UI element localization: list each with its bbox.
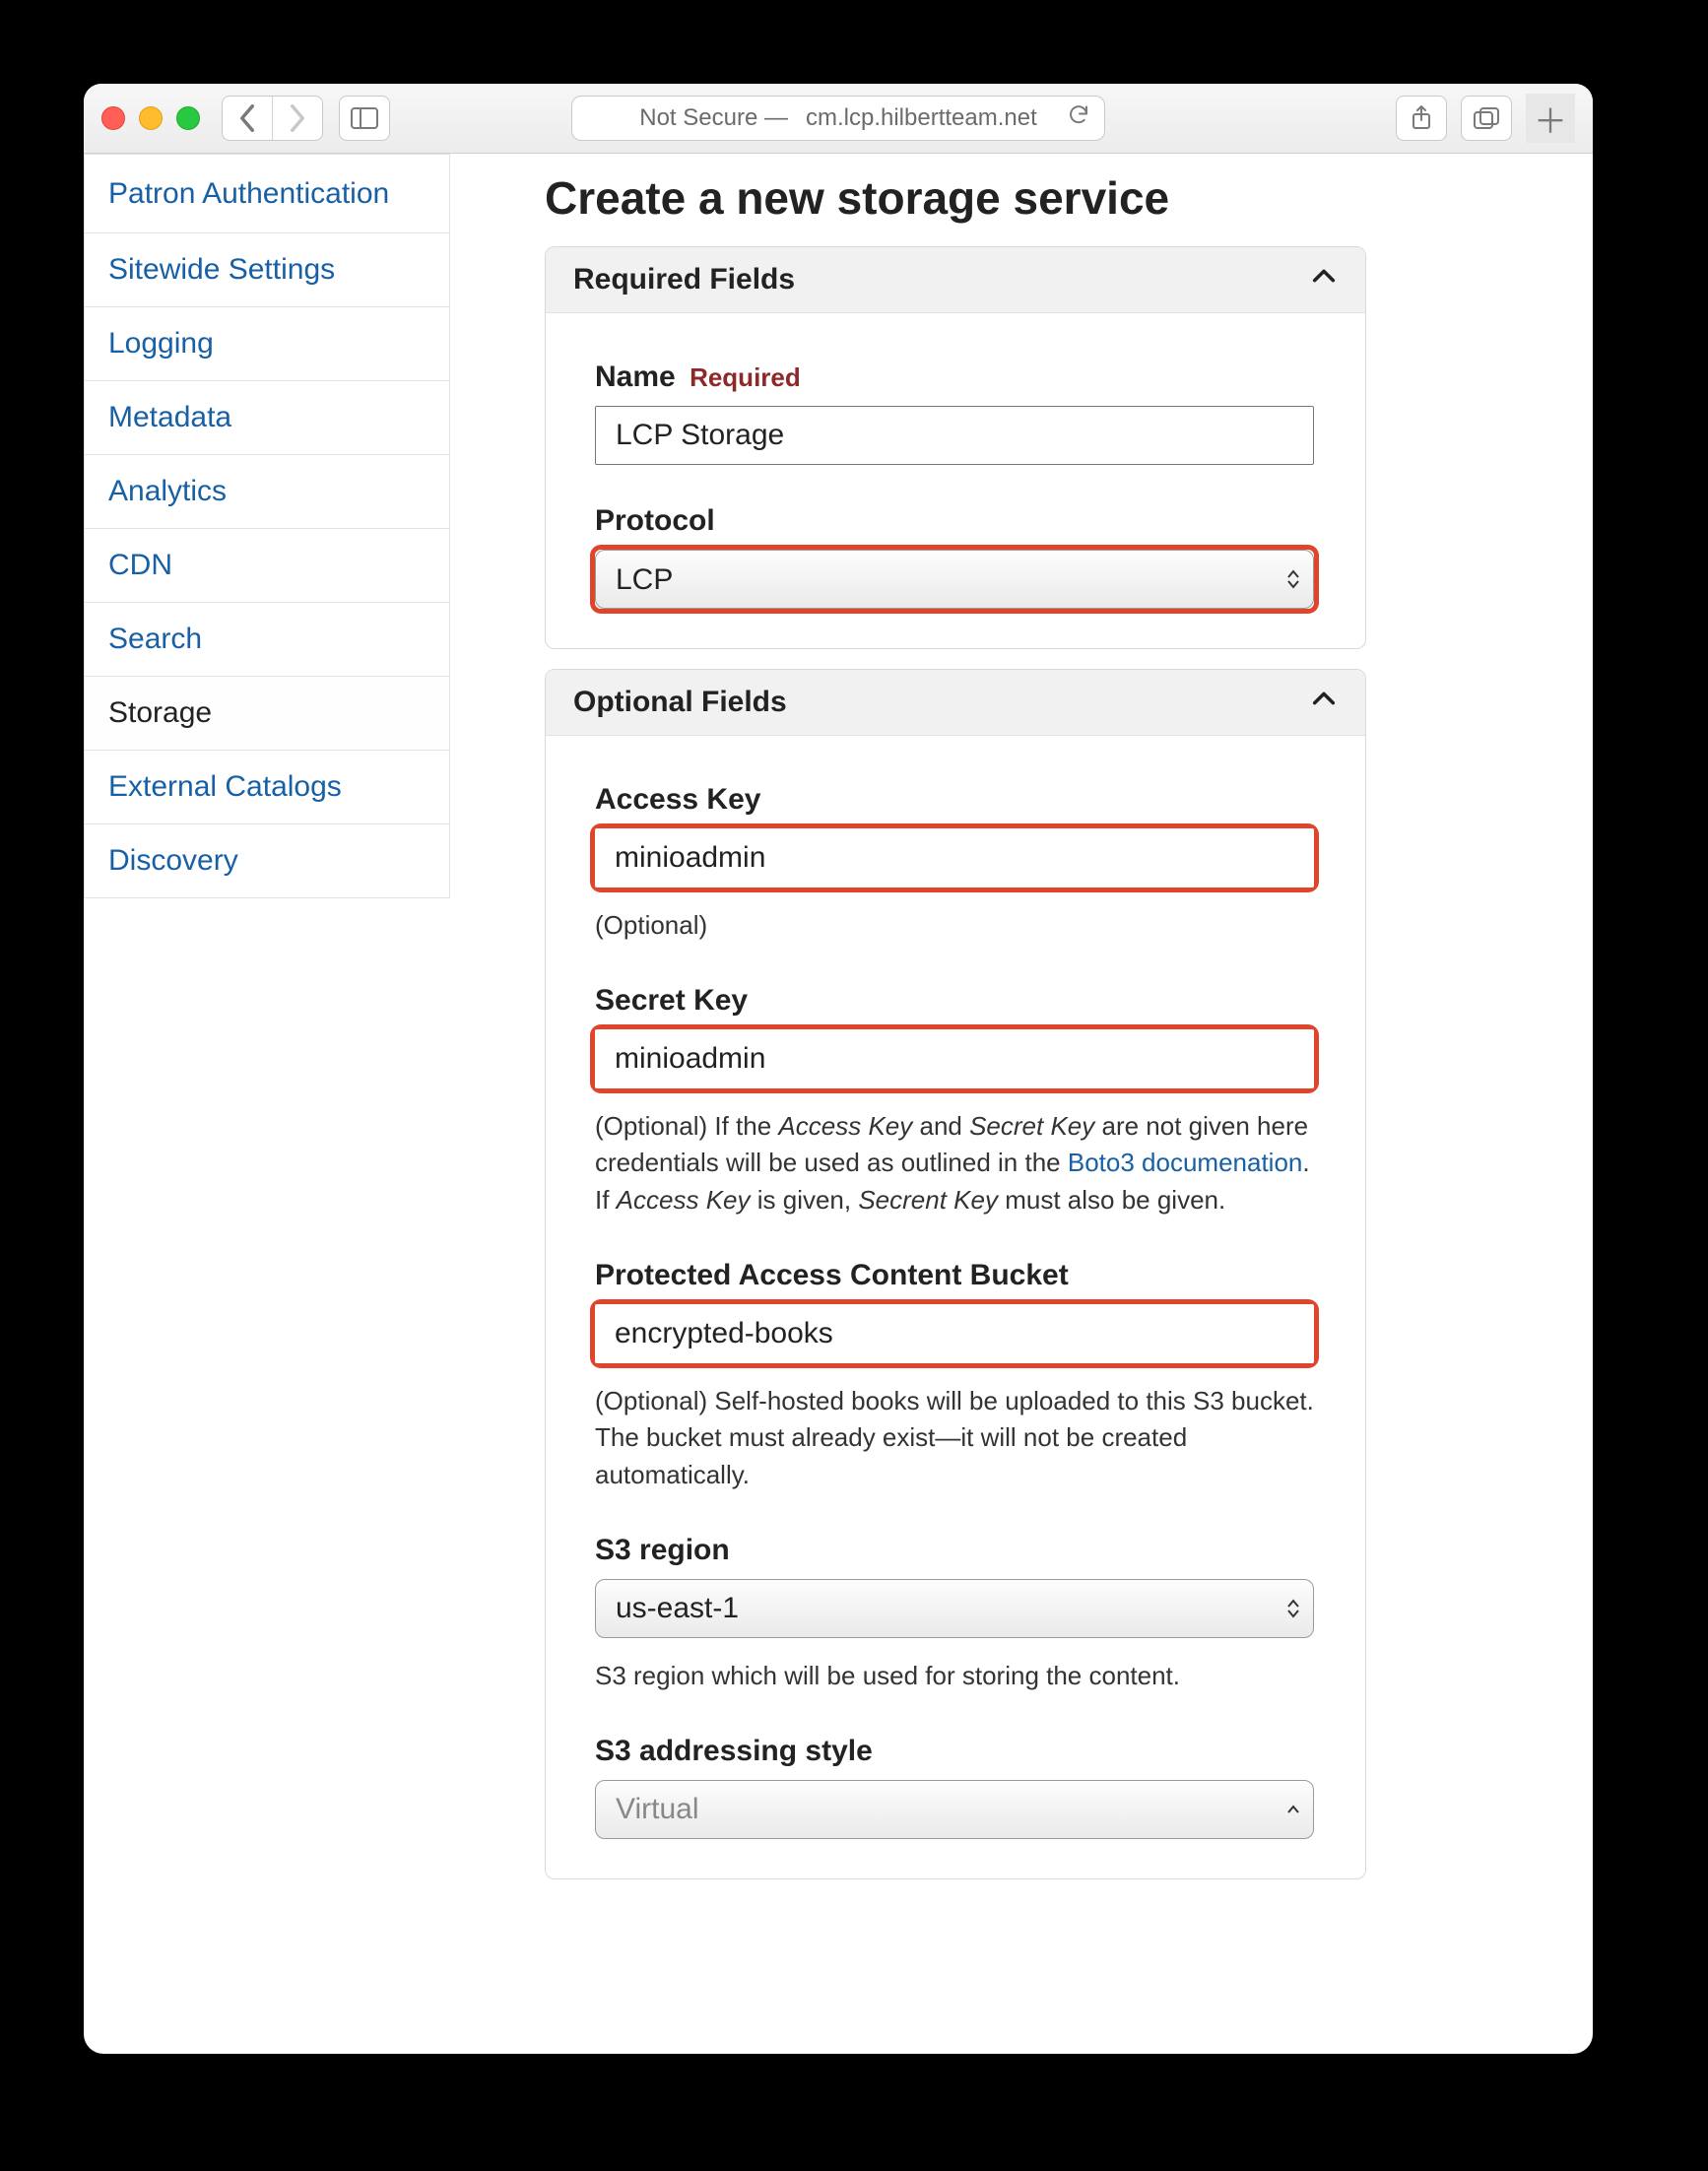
field-access-key: Access Key (Optional) (595, 783, 1316, 945)
sidebar-item-storage[interactable]: Storage (84, 677, 450, 751)
sidebar-item-label: Analytics (108, 475, 227, 507)
back-button[interactable] (223, 97, 272, 140)
tabs-button[interactable] (1461, 96, 1512, 141)
browser-window: Not Secure — cm.lcp.hilbertteam.net ＋ Pa… (84, 84, 1593, 2054)
sidebar-item-label: Patron Authentication (108, 177, 389, 210)
s3-region-select[interactable]: us-east-1 (595, 1579, 1314, 1638)
page-title: Create a new storage service (545, 171, 1593, 225)
optional-fields-panel: Optional Fields Access Key (Optional) Se… (545, 669, 1366, 1879)
sidebar-item-label: Search (108, 623, 202, 655)
sidebar-item-label: Metadata (108, 401, 231, 433)
address-bar[interactable]: Not Secure — cm.lcp.hilbertteam.net (571, 96, 1105, 141)
forward-button[interactable] (272, 97, 322, 140)
field-hint: (Optional) If the Access Key and Secret … (595, 1108, 1316, 1219)
sidebar-toggle-button[interactable] (339, 96, 390, 141)
reload-icon[interactable] (1067, 103, 1090, 134)
required-fields-header[interactable]: Required Fields (546, 247, 1365, 313)
window-controls (101, 106, 200, 130)
field-label: Protocol (595, 504, 1316, 538)
toolbar-right: ＋ (1396, 94, 1575, 143)
sidebar-item-analytics[interactable]: Analytics (84, 455, 450, 529)
field-hint: (Optional) (595, 907, 1316, 945)
sidebar-item-metadata[interactable]: Metadata (84, 381, 450, 455)
field-s3-addressing-style: S3 addressing style Virtual (595, 1735, 1316, 1839)
sidebar-item-label: External Catalogs (108, 770, 342, 803)
url-text: cm.lcp.hilbertteam.net (806, 104, 1037, 132)
secret-key-input[interactable] (595, 1029, 1314, 1088)
sidebar-item-cdn[interactable]: CDN (84, 529, 450, 603)
field-name: Name Required (595, 361, 1316, 465)
panel-header-label: Optional Fields (573, 686, 787, 719)
field-hint: S3 region which will be used for storing… (595, 1658, 1316, 1695)
sidebar-item-search[interactable]: Search (84, 603, 450, 677)
security-status: Not Secure — (639, 104, 788, 132)
sidebar-item-label: CDN (108, 549, 172, 581)
protected-bucket-input[interactable] (595, 1304, 1314, 1363)
chevron-up-icon (1310, 685, 1338, 720)
sidebar-item-sitewide-settings[interactable]: Sitewide Settings (84, 233, 450, 307)
new-tab-button[interactable]: ＋ (1526, 94, 1575, 143)
sidebar-item-discovery[interactable]: Discovery (84, 824, 450, 898)
sidebar-item-external-catalogs[interactable]: External Catalogs (84, 751, 450, 824)
close-window-button[interactable] (101, 106, 125, 130)
sidebar-item-logging[interactable]: Logging (84, 307, 450, 381)
nav-buttons (222, 96, 323, 141)
required-tag: Required (690, 362, 801, 392)
sidebar-item-label: Sitewide Settings (108, 253, 335, 286)
sidebar-item-label: Storage (108, 696, 212, 729)
field-label: Secret Key (595, 984, 1316, 1018)
sidebar-item-label: Discovery (108, 844, 238, 877)
field-label: S3 region (595, 1534, 1316, 1567)
field-secret-key: Secret Key (Optional) If the Access Key … (595, 984, 1316, 1219)
field-protocol: Protocol LCP (595, 504, 1316, 609)
field-label: S3 addressing style (595, 1735, 1316, 1768)
field-label: Protected Access Content Bucket (595, 1259, 1316, 1292)
share-button[interactable] (1396, 96, 1447, 141)
chevron-up-icon (1310, 262, 1338, 297)
field-label: Name Required (595, 361, 1316, 394)
access-key-input[interactable] (595, 828, 1314, 888)
required-fields-panel: Required Fields Name Required Protocol L… (545, 246, 1366, 649)
optional-fields-header[interactable]: Optional Fields (546, 670, 1365, 736)
boto3-doc-link[interactable]: Boto3 documenation (1068, 1148, 1303, 1177)
sidebar: Patron Authentication Sitewide Settings … (84, 154, 450, 2054)
sidebar-item-label: Logging (108, 327, 214, 360)
maximize-window-button[interactable] (176, 106, 200, 130)
field-hint: (Optional) Self-hosted books will be upl… (595, 1383, 1316, 1494)
s3-addressing-select[interactable]: Virtual (595, 1780, 1314, 1839)
name-input[interactable] (595, 406, 1314, 465)
main-content: Create a new storage service Required Fi… (450, 154, 1593, 2054)
field-s3-region: S3 region us-east-1 S3 region which will… (595, 1534, 1316, 1695)
browser-titlebar: Not Secure — cm.lcp.hilbertteam.net ＋ (84, 84, 1593, 154)
minimize-window-button[interactable] (139, 106, 163, 130)
panel-header-label: Required Fields (573, 263, 795, 296)
protocol-select[interactable]: LCP (595, 550, 1314, 609)
sidebar-item-patron-authentication[interactable]: Patron Authentication (84, 154, 450, 233)
field-label: Access Key (595, 783, 1316, 817)
field-protected-bucket: Protected Access Content Bucket (Optiona… (595, 1259, 1316, 1494)
